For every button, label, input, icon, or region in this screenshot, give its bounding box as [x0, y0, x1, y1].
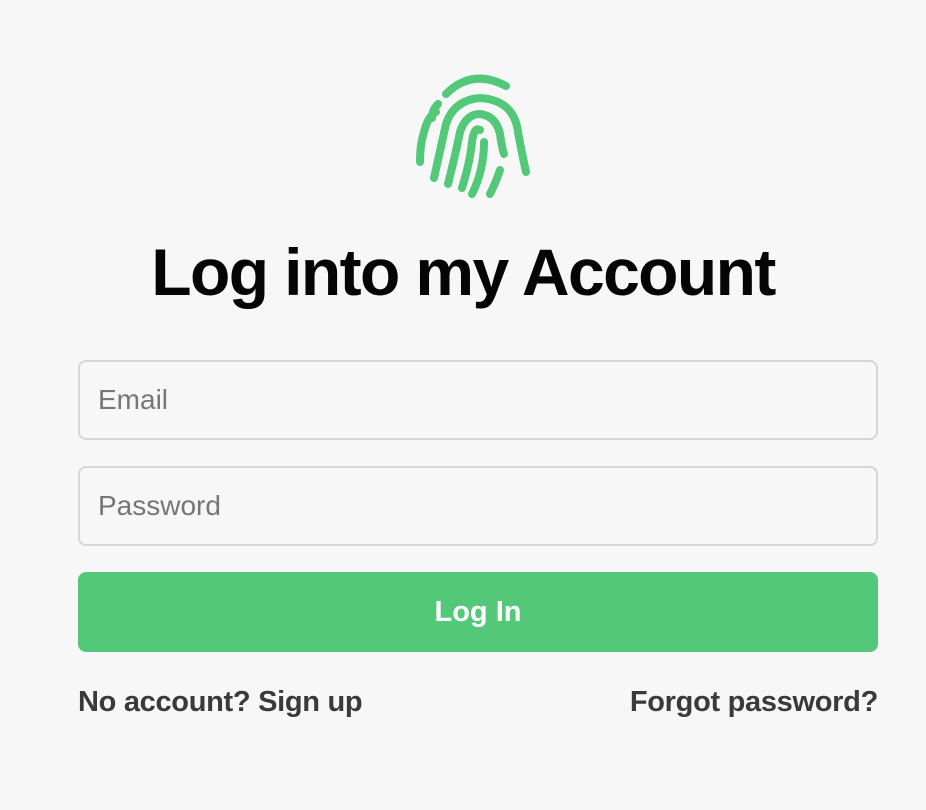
- login-page: Log into my Account Log In No account? S…: [0, 0, 926, 810]
- login-button[interactable]: Log In: [78, 572, 878, 652]
- page-title: Log into my Account: [151, 235, 776, 309]
- forgot-password-link[interactable]: Forgot password?: [630, 684, 878, 720]
- fingerprint-icon: [414, 72, 538, 200]
- email-field[interactable]: [78, 360, 878, 440]
- password-field[interactable]: [78, 466, 878, 546]
- signup-link[interactable]: No account? Sign up: [78, 684, 363, 720]
